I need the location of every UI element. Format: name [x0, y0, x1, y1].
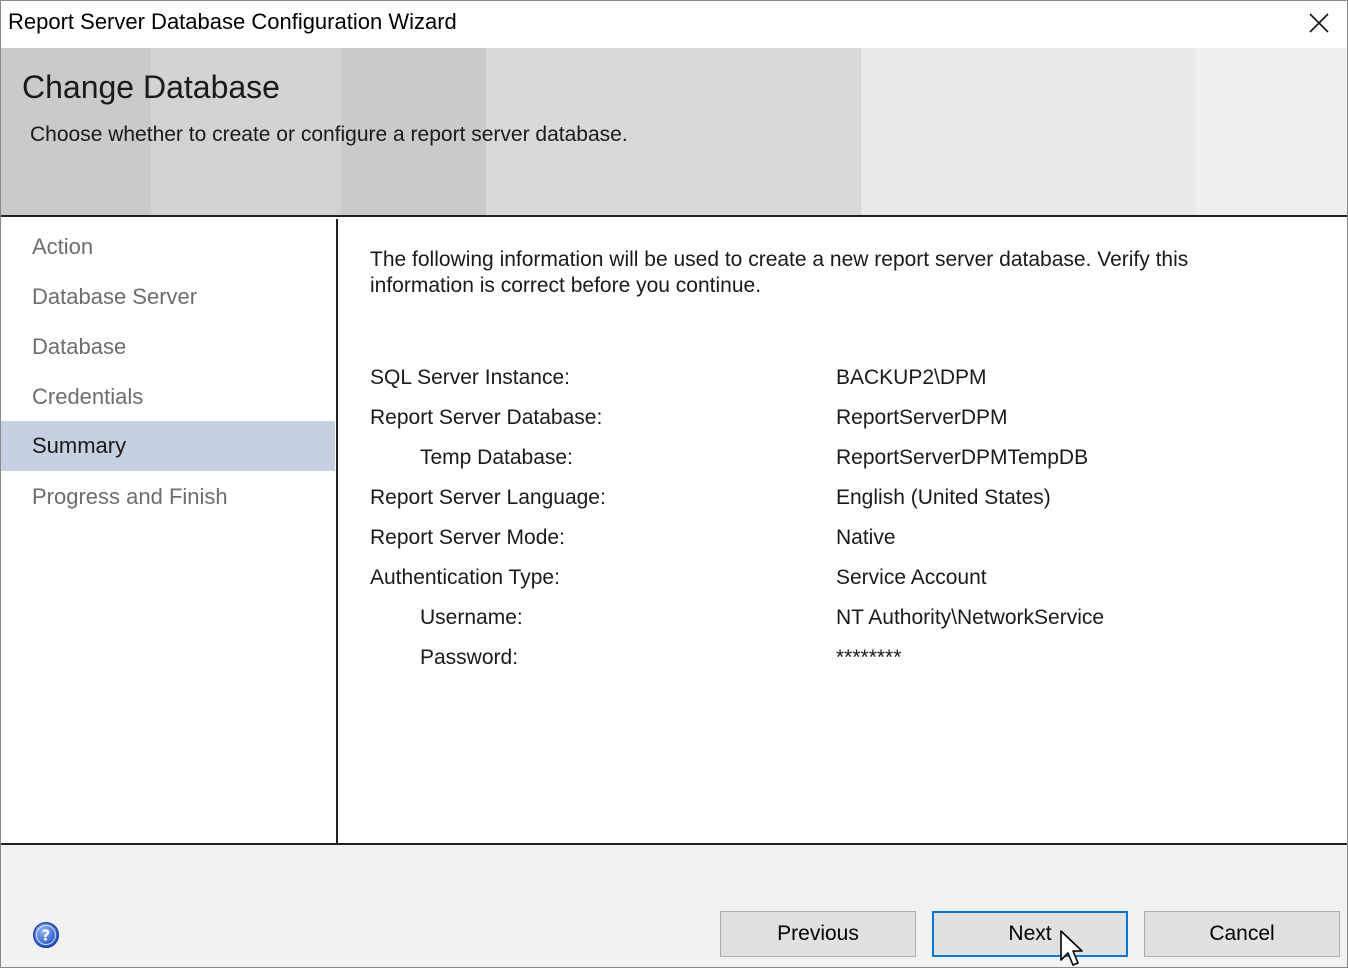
window-title: Report Server Database Configuration Wiz… [8, 9, 457, 34]
button-bar: ? Previous Next Cancel [1, 843, 1347, 967]
wizard-steps-nav: Action Database Server Database Credenti… [1, 219, 338, 843]
summary-value: English (United States) [836, 486, 1051, 509]
summary-row: Report Server Language: English (United … [370, 486, 1330, 526]
help-button[interactable]: ? [32, 921, 60, 949]
summary-value: Native [836, 526, 896, 549]
help-icon: ? [33, 922, 59, 948]
summary-row: SQL Server Instance: BACKUP2\DPM [370, 366, 1330, 406]
summary-label: Report Server Mode: [370, 526, 565, 549]
summary-row: Username: NT Authority\NetworkService [370, 606, 1330, 646]
summary-value: NT Authority\NetworkService [836, 606, 1105, 629]
svg-text:?: ? [42, 927, 51, 945]
cancel-button[interactable]: Cancel [1144, 911, 1340, 957]
summary-label: Username: [420, 606, 523, 629]
previous-button[interactable]: Previous [720, 911, 916, 957]
summary-row: Report Server Database: ReportServerDPM [370, 406, 1330, 446]
nav-step-action[interactable]: Action [1, 222, 335, 272]
page-title: Change Database [22, 69, 280, 105]
next-button[interactable]: Next [932, 911, 1128, 957]
nav-step-summary[interactable]: Summary [1, 421, 335, 471]
summary-value: BACKUP2\DPM [836, 366, 987, 389]
summary-value: ReportServerDPMTempDB [836, 446, 1089, 469]
summary-value: ReportServerDPM [836, 406, 1008, 429]
summary-row: Password: ******** [370, 646, 1330, 686]
nav-step-credentials[interactable]: Credentials [1, 372, 335, 422]
summary-label: Report Server Database: [370, 406, 603, 429]
summary-row: Report Server Mode: Native [370, 526, 1330, 566]
summary-row: Temp Database: ReportServerDPMTempDB [370, 446, 1330, 486]
nav-step-database-server[interactable]: Database Server [1, 272, 335, 322]
summary-row: Authentication Type: Service Account [370, 566, 1330, 606]
title-bar: Report Server Database Configuration Wiz… [1, 1, 1347, 47]
close-button[interactable] [1301, 5, 1337, 41]
close-icon [1309, 13, 1329, 33]
header-banner: Change Database Choose whether to create… [1, 48, 1347, 217]
summary-value: ******** [836, 646, 902, 669]
summary-value: Service Account [836, 566, 987, 589]
summary-label: Report Server Language: [370, 486, 606, 509]
summary-label: Authentication Type: [370, 566, 560, 589]
summary-label: SQL Server Instance: [370, 366, 570, 389]
summary-intro-text: The following information will be used t… [370, 248, 1189, 297]
page-subtitle: Choose whether to create or configure a … [30, 123, 628, 146]
nav-step-database[interactable]: Database [1, 322, 335, 372]
summary-label: Temp Database: [420, 446, 573, 469]
summary-label: Password: [420, 646, 519, 669]
summary-panel: The following information will be used t… [340, 219, 1347, 843]
nav-step-progress-and-finish[interactable]: Progress and Finish [1, 472, 335, 522]
wizard-window: Report Server Database Configuration Wiz… [0, 0, 1348, 968]
